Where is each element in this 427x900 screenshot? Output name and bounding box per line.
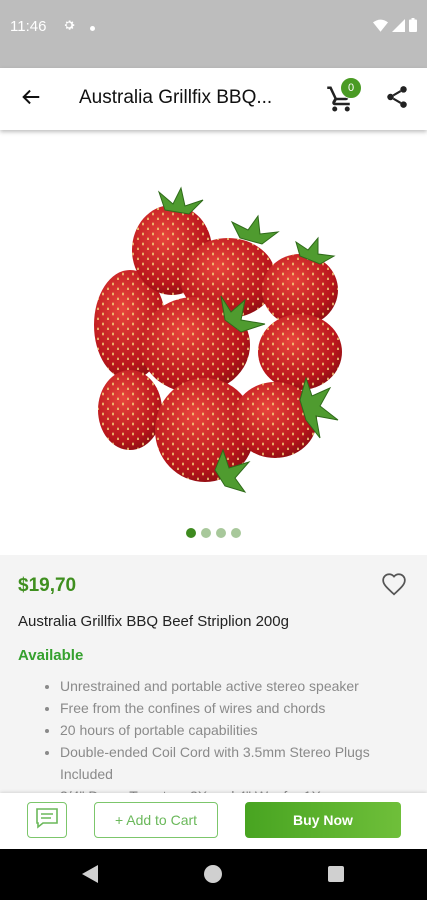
gallery-dots	[0, 528, 427, 538]
feature-item: Free from the confines of wires and chor…	[60, 697, 415, 719]
product-details: $19,70 Australia Grillfix BBQ Beef Strip…	[0, 555, 427, 793]
status-left-icons	[62, 18, 95, 35]
signal-icon	[392, 18, 405, 37]
nav-recents-icon[interactable]	[328, 866, 344, 882]
wifi-icon	[373, 19, 388, 37]
back-button[interactable]	[16, 84, 46, 114]
features-list: Unrestrained and portable active stereo …	[40, 675, 415, 793]
product-name: Australia Grillfix BBQ Beef Striplion 20…	[18, 613, 289, 630]
nav-home-icon[interactable]	[204, 865, 222, 883]
availability-status: Available	[18, 647, 84, 664]
feature-item: Double-ended Coil Cord with 3.5mm Stereo…	[60, 741, 415, 785]
bottom-action-bar: + Add to Cart Buy Now	[0, 793, 427, 849]
gallery-dot-3[interactable]	[216, 528, 226, 538]
arrow-left-icon	[20, 86, 42, 113]
feature-item: 3/4" Dome Tweeters 2X and 4" Woofer 1X	[60, 785, 415, 793]
add-to-cart-button[interactable]: + Add to Cart	[94, 802, 218, 838]
gallery-dot-1[interactable]	[186, 528, 196, 538]
status-right-icons	[373, 18, 417, 37]
product-image-gallery[interactable]	[0, 130, 427, 555]
heart-icon	[381, 573, 407, 600]
chat-button[interactable]	[27, 802, 67, 838]
gallery-dot-2[interactable]	[201, 528, 211, 538]
buy-now-button[interactable]: Buy Now	[245, 802, 401, 838]
dot-icon	[89, 25, 95, 31]
product-image	[94, 186, 342, 493]
battery-icon	[409, 18, 417, 37]
feature-item: 20 hours of portable capabilities	[60, 719, 415, 741]
app-bar: Australia Grillfix BBQ...	[0, 68, 427, 130]
favorite-button[interactable]	[381, 572, 409, 600]
product-price: $19,70	[18, 575, 77, 596]
gear-icon	[62, 19, 80, 35]
chat-icon	[34, 806, 60, 835]
cart-icon	[326, 86, 356, 118]
system-nav-bar	[0, 849, 427, 900]
cart-count-badge: 0	[340, 77, 362, 99]
share-icon	[384, 86, 410, 114]
share-button[interactable]	[384, 84, 414, 114]
status-time: 11:46	[10, 18, 47, 35]
status-bar: 11:46	[0, 0, 427, 68]
page-title: Australia Grillfix BBQ...	[79, 87, 273, 108]
gallery-dot-4[interactable]	[231, 528, 241, 538]
nav-back-icon[interactable]	[82, 865, 98, 888]
feature-item: Unrestrained and portable active stereo …	[60, 675, 415, 697]
